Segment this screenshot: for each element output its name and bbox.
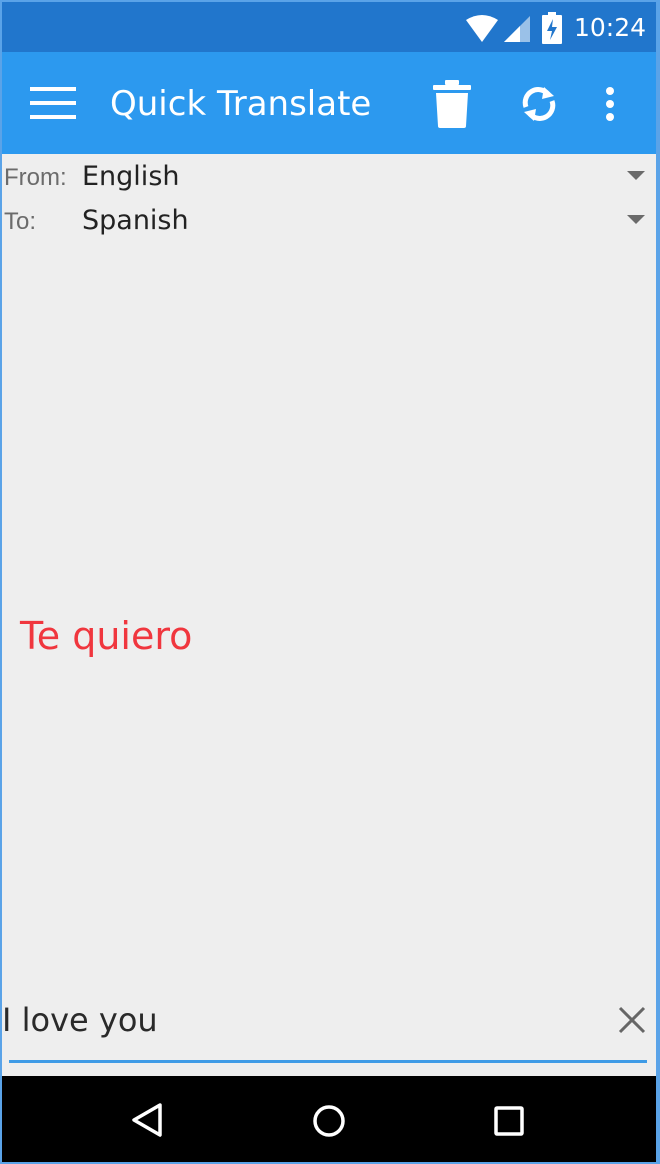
source-text-input[interactable]	[2, 998, 592, 1042]
app-screen: 10:24 Quick Translate From: English To: …	[2, 2, 656, 1162]
recents-icon[interactable]	[493, 1105, 525, 1137]
delete-icon[interactable]	[433, 80, 471, 128]
to-language-value: Spanish	[82, 205, 189, 236]
status-clock: 10:24	[574, 13, 647, 42]
app-toolbar: Quick Translate	[2, 52, 656, 154]
more-vert-icon[interactable]	[604, 86, 616, 122]
input-underline	[9, 1060, 647, 1063]
app-title: Quick Translate	[110, 84, 372, 124]
menu-icon[interactable]	[30, 87, 76, 121]
home-icon[interactable]	[311, 1103, 347, 1139]
from-language-value: English	[82, 161, 180, 192]
back-icon[interactable]	[130, 1102, 164, 1138]
dropdown-arrow-icon	[627, 215, 645, 224]
cell-signal-icon	[504, 16, 530, 42]
from-language-selector[interactable]: From: English	[2, 156, 656, 196]
system-nav-bar	[2, 1076, 656, 1162]
to-label: To:	[4, 208, 37, 235]
status-bar: 10:24	[2, 2, 656, 52]
wifi-icon	[466, 15, 498, 42]
from-label: From:	[4, 164, 67, 191]
to-language-selector[interactable]: To: Spanish	[2, 200, 656, 240]
translation-result: Te quiero	[20, 614, 193, 658]
clear-icon[interactable]	[618, 1006, 646, 1034]
battery-charging-icon	[542, 12, 562, 44]
dropdown-arrow-icon	[627, 171, 645, 180]
refresh-icon[interactable]	[518, 83, 560, 125]
source-input-area	[2, 992, 656, 1068]
